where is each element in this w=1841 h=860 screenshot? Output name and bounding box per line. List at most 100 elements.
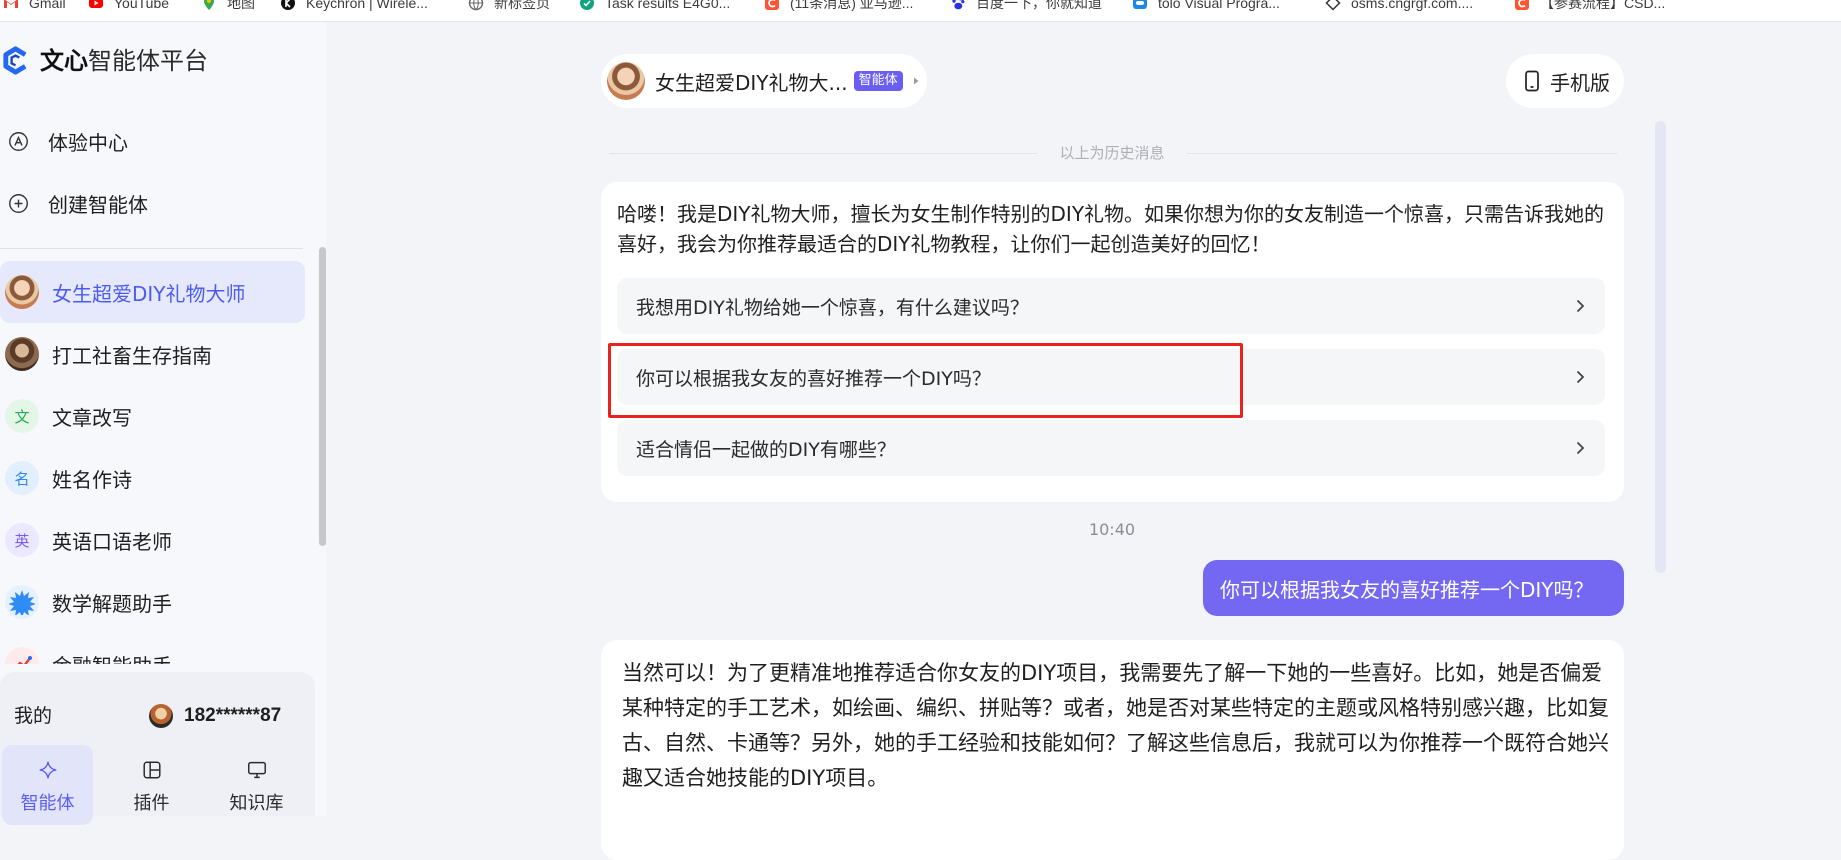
- a-circle-icon: [8, 131, 29, 152]
- agent-label: 数学解题助手: [52, 588, 172, 617]
- agent-item-diy-gift-master[interactable]: 女生超爱DIY礼物大师: [0, 261, 305, 323]
- keychron-icon: [280, 0, 296, 11]
- logo-brand: 文心: [40, 47, 88, 75]
- agent-avatar: 名: [5, 461, 39, 495]
- bookmark-label: osms.cngrgf.com....: [1351, 0, 1473, 11]
- bookmark-gmail[interactable]: Gmail: [3, 0, 66, 15]
- phone-icon: [1522, 70, 1542, 92]
- greeting-text: 哈喽！我是DIY礼物大师，擅长为女生制作特别的DIY礼物。如果你想为你的女友制造…: [617, 199, 1612, 259]
- bookmark-label: Keychron | Wirele...: [306, 0, 428, 11]
- youtube-icon: [88, 0, 104, 11]
- tab-agents[interactable]: 智能体: [2, 745, 93, 825]
- knowledge-monitor-icon: [246, 759, 268, 781]
- platform-logo-text[interactable]: 文心智能体平台: [40, 45, 208, 77]
- agent-label: 姓名作诗: [52, 464, 132, 493]
- starburst-icon: [9, 589, 35, 615]
- agent-label: 英语口语老师: [52, 526, 172, 555]
- agent-avatar: [607, 62, 645, 100]
- tab-label: 插件: [134, 793, 170, 815]
- csdn-icon: [1514, 0, 1530, 11]
- agent-label: 女生超爱DIY礼物大师: [52, 278, 246, 307]
- user-message-text: 你可以根据我女友的喜好推荐一个DIY吗？: [1220, 574, 1594, 603]
- agent-name: 女生超爱DIY礼物大...: [655, 67, 848, 96]
- bookmark-keychron[interactable]: Keychron | Wirele...: [280, 0, 428, 15]
- account-phone[interactable]: 182******87: [184, 704, 281, 728]
- bookmark-label: Gmail: [29, 0, 66, 11]
- menu-label: 体验中心: [48, 127, 128, 156]
- agent-item-article-rewrite[interactable]: 文 文章改写: [0, 385, 305, 447]
- bookmark-label: Task results E4G0...: [605, 0, 730, 11]
- agent-avatar: [5, 337, 39, 371]
- chat-scrollbar[interactable]: [1655, 121, 1666, 573]
- menu-experience-center[interactable]: 体验中心: [0, 116, 305, 166]
- bookmark-maps[interactable]: 地图: [201, 0, 255, 15]
- agent-item-math-helper[interactable]: 数学解题助手: [0, 571, 305, 633]
- csdn-icon: [764, 0, 780, 11]
- bookmark-new-tab[interactable]: 新标签页: [468, 0, 550, 15]
- agent-label: 文章改写: [52, 402, 132, 431]
- tab-plugins[interactable]: 插件: [106, 745, 197, 825]
- finance-icon: [11, 653, 33, 664]
- bookmark-label: 百度一下，你就知道: [976, 0, 1102, 13]
- caret-right-icon: [911, 76, 921, 86]
- bookmark-label: 【参赛流程】CSD...: [1540, 0, 1665, 13]
- bookmark-label: tolo Visual Progra...: [1158, 0, 1280, 11]
- bookmark-tolo[interactable]: tolo Visual Progra...: [1132, 0, 1280, 15]
- suggested-question-3[interactable]: 适合情侣一起做的DIY有哪些？: [617, 420, 1605, 476]
- bookmark-csdn-contest[interactable]: 【参赛流程】CSD...: [1514, 0, 1665, 15]
- tab-label: 智能体: [21, 793, 75, 815]
- history-divider-line: [609, 153, 1037, 154]
- maps-icon: [201, 0, 217, 11]
- bookmark-baidu[interactable]: 百度一下，你就知道: [950, 0, 1102, 15]
- bookmark-osms[interactable]: osms.cngrgf.com....: [1325, 0, 1473, 15]
- menu-label: 创建智能体: [48, 189, 148, 218]
- agent-avatar: [5, 585, 39, 619]
- history-divider-text: 以上为历史消息: [1037, 143, 1187, 163]
- menu-create-agent[interactable]: 创建智能体: [0, 178, 305, 228]
- message-timestamp: 10:40: [1062, 520, 1162, 540]
- tab-label: 知识库: [230, 793, 284, 815]
- agent-list: 女生超爱DIY礼物大师 打工社畜生存指南 文 文章改写 名 姓名作诗 英 英语口…: [0, 261, 315, 664]
- bookmark-label: YouTube: [114, 0, 169, 11]
- reply-text: 当然可以！为了更精准地推荐适合你女友的DIY项目，我需要先了解一下她的一些喜好。…: [622, 656, 1614, 796]
- suggested-question-1[interactable]: 我想用DIY礼物给她一个惊喜，有什么建议吗？: [617, 278, 1605, 334]
- bookmark-label: 新标签页: [494, 0, 550, 13]
- sparkle-icon: [37, 759, 59, 781]
- agent-avatar: 文: [5, 399, 39, 433]
- agent-item-finance-helper[interactable]: 金融智能助手: [0, 633, 305, 664]
- mobile-version-button[interactable]: 手机版: [1506, 54, 1624, 108]
- wenxin-logo-icon[interactable]: [0, 45, 31, 76]
- bookmark-youtube[interactable]: YouTube: [88, 0, 169, 15]
- suggestion-text: 适合情侣一起做的DIY有哪些？: [636, 435, 896, 462]
- bookmarks-bar: Gmail YouTube 地图 Keychron | Wirele... 新标…: [0, 0, 1841, 22]
- tab-knowledge-base[interactable]: 知识库: [211, 745, 302, 825]
- agent-item-english-teacher[interactable]: 英 英语口语老师: [0, 509, 305, 571]
- agent-header[interactable]: 女生超爱DIY礼物大... 智能体: [601, 54, 927, 108]
- agent-avatar: 英: [5, 523, 39, 557]
- chevron-right-icon: [1571, 368, 1589, 386]
- agent-label: 打工社畜生存指南: [52, 340, 212, 369]
- agent-item-name-poem[interactable]: 名 姓名作诗: [0, 447, 305, 509]
- history-divider-line: [1187, 153, 1617, 154]
- user-avatar[interactable]: [149, 704, 173, 728]
- sidebar-scrollbar[interactable]: [319, 247, 326, 546]
- suggested-question-2[interactable]: 你可以根据我女友的喜好推荐一个DIY吗？: [617, 349, 1605, 405]
- agent-item-worker-survival-guide[interactable]: 打工社畜生存指南: [0, 323, 305, 385]
- chevron-right-icon: [1571, 297, 1589, 315]
- bot-reply-message: 当然可以！为了更精准地推荐适合你女友的DIY项目，我需要先了解一下她的一些喜好。…: [601, 640, 1624, 860]
- suggestion-text: 你可以根据我女友的喜好推荐一个DIY吗？: [636, 364, 991, 391]
- agent-avatar: [5, 647, 39, 664]
- bot-greeting-message: 哈喽！我是DIY礼物大师，擅长为女生制作特别的DIY礼物。如果你想为你的女友制造…: [601, 182, 1624, 502]
- bookmark-task-results[interactable]: Task results E4G0...: [579, 0, 730, 15]
- bookmark-csdn-messages[interactable]: (11条消息) 亚马逊...: [764, 0, 913, 15]
- agent-badge: 智能体: [854, 71, 903, 91]
- diamond-icon: [1325, 0, 1341, 11]
- gmail-icon: [3, 0, 19, 11]
- sidebar-divider: [0, 248, 303, 249]
- task-icon: [579, 0, 595, 11]
- bookmark-label: 地图: [227, 0, 255, 13]
- suggestion-text: 我想用DIY礼物给她一个惊喜，有什么建议吗？: [636, 293, 1029, 320]
- bookmark-label: (11条消息) 亚马逊...: [790, 0, 913, 13]
- chevron-right-icon: [1571, 439, 1589, 457]
- user-message: 你可以根据我女友的喜好推荐一个DIY吗？: [1203, 560, 1624, 616]
